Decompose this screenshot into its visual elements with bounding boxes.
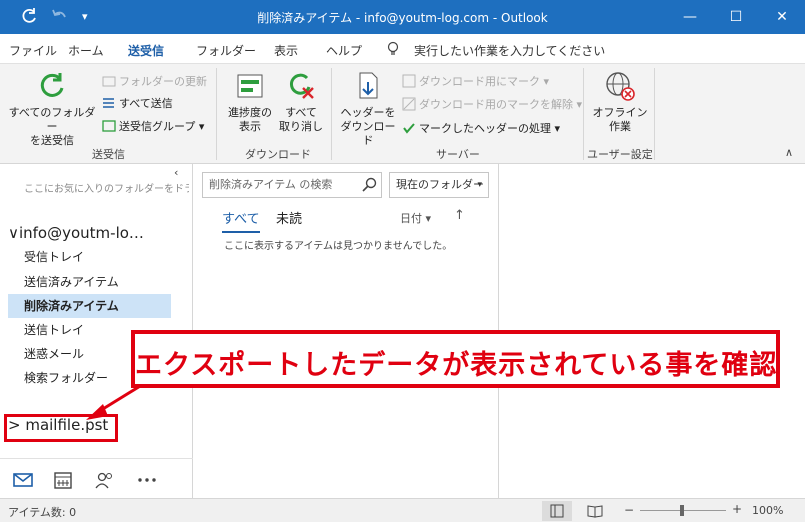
annotation-banner-text: エクスポートしたデータが表示されている事を確認 xyxy=(135,350,778,381)
annotation-arrow xyxy=(86,378,151,420)
annotation-banner: エクスポートしたデータが表示されている事を確認 xyxy=(131,330,780,388)
annotation-highlight-box xyxy=(4,414,118,442)
